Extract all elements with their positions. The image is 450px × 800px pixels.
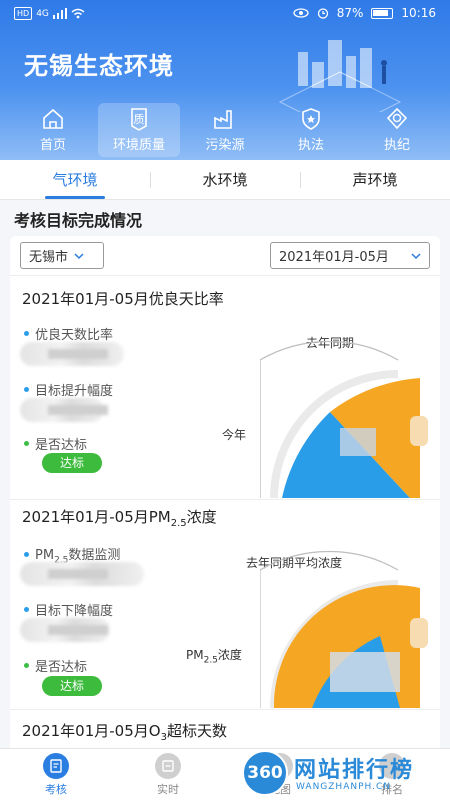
assessment-icon	[43, 752, 69, 779]
card-title: 2021年01月-05月O3超标天数	[22, 722, 227, 743]
status-badge: 达标	[42, 453, 102, 473]
tab-air[interactable]: 气环境	[0, 160, 150, 199]
comparison-gauge-chart	[260, 340, 428, 498]
bottom-nav-realtime[interactable]: 实时	[112, 749, 224, 800]
card-title: 2021年01月-05月优良天比率	[22, 290, 224, 308]
shield-icon	[386, 107, 408, 130]
watermark-text: 网站排行榜	[294, 758, 415, 783]
metric-label: 是否达标	[24, 656, 87, 675]
nav-item-discipline[interactable]: 执纪	[356, 103, 438, 157]
watermark-subtext: WANGZHANPH.CN	[296, 782, 392, 792]
city-select[interactable]: 无锡市	[20, 242, 104, 269]
chevron-down-icon	[411, 252, 421, 259]
bottom-nav-label: 实时	[157, 782, 179, 796]
status-badge: 达标	[42, 676, 102, 696]
top-nav: 首页 质 环境质量 污染源 执法 执纪	[0, 103, 450, 160]
date-range-value: 2021年01月-05月	[279, 250, 389, 265]
status-bar: HD 4G 87% 10:16	[0, 0, 450, 30]
date-range-select[interactable]: 2021年01月-05月	[270, 242, 430, 269]
nav-item-home[interactable]: 首页	[12, 103, 94, 157]
chart-label-this-year: 今年	[222, 428, 247, 442]
masked-value	[20, 618, 110, 642]
assessment-panel: 无锡市 2021年01月-05月 2021年01月-05月优良天比率 优良天数比…	[10, 236, 440, 756]
police-badge-icon	[302, 108, 320, 130]
metric-label: 是否达标	[24, 434, 87, 453]
chevron-down-icon	[74, 252, 84, 259]
bottom-nav-assessment[interactable]: 考核	[0, 749, 112, 800]
masked-value	[20, 342, 124, 366]
quality-icon: 质	[131, 108, 147, 131]
quality-icon-text: 质	[134, 113, 145, 126]
watermark-logo: 360 网站排行榜 WANGZHANPH.CN	[238, 748, 444, 800]
metric-label: 目标提升幅度	[24, 380, 113, 399]
masked-value	[20, 398, 108, 422]
city-illustration-icon	[278, 40, 402, 112]
nav-item-quality[interactable]: 质 环境质量	[98, 103, 180, 157]
chart-label-pm25: PM2.5浓度	[186, 648, 242, 666]
metric-label: 优良天数比率	[24, 324, 113, 343]
good-air-days-card: 2021年01月-05月优良天比率 优良天数比率 目标提升幅度 是否达标 达标 …	[10, 276, 440, 500]
tab-noise[interactable]: 声环境	[300, 160, 450, 199]
environment-tabs: 气环境 水环境 声环境	[0, 160, 450, 200]
realtime-icon	[155, 752, 181, 779]
masked-value	[20, 562, 144, 586]
wifi-icon	[71, 8, 85, 19]
network-indicator: 4G	[36, 8, 49, 19]
pm25-card: 2021年01月-05月PM2.5浓度 PM2.5数据监测 目标下降幅度 是否达…	[10, 500, 440, 710]
battery-icon	[371, 7, 394, 19]
bottom-nav-label: 考核	[45, 782, 67, 796]
section-title: 考核目标完成情况	[14, 211, 143, 230]
nav-item-label: 执纪	[383, 138, 410, 153]
card-title: 2021年01月-05月PM2.5浓度	[22, 508, 217, 529]
nav-item-label: 环境质量	[112, 138, 165, 153]
hd-indicator: HD	[14, 7, 33, 20]
nav-item-enforcement[interactable]: 执法	[270, 103, 352, 157]
watermark-badge: 360	[242, 750, 288, 796]
signal-icon	[52, 8, 67, 19]
tab-water[interactable]: 水环境	[150, 160, 300, 199]
eye-icon	[293, 8, 309, 18]
metric-label: 目标下降幅度	[24, 600, 113, 619]
nav-item-label: 执法	[297, 138, 324, 153]
home-icon	[43, 108, 63, 129]
factory-icon	[214, 110, 232, 129]
nav-item-pollution[interactable]: 污染源	[184, 103, 266, 157]
pm25-gauge-chart	[260, 550, 428, 708]
clock: 10:16	[401, 6, 436, 20]
alarm-icon	[317, 8, 328, 19]
header: HD 4G 87% 10:16 无锡生态环境 首页 质 环境质量 污染源 执法 …	[0, 0, 450, 160]
filter-bar: 无锡市 2021年01月-05月	[10, 236, 440, 276]
app-title: 无锡生态环境	[24, 52, 174, 80]
city-select-value: 无锡市	[29, 250, 69, 265]
battery-percent: 87%	[336, 6, 364, 20]
nav-item-label: 污染源	[205, 138, 245, 153]
nav-item-label: 首页	[39, 138, 66, 153]
